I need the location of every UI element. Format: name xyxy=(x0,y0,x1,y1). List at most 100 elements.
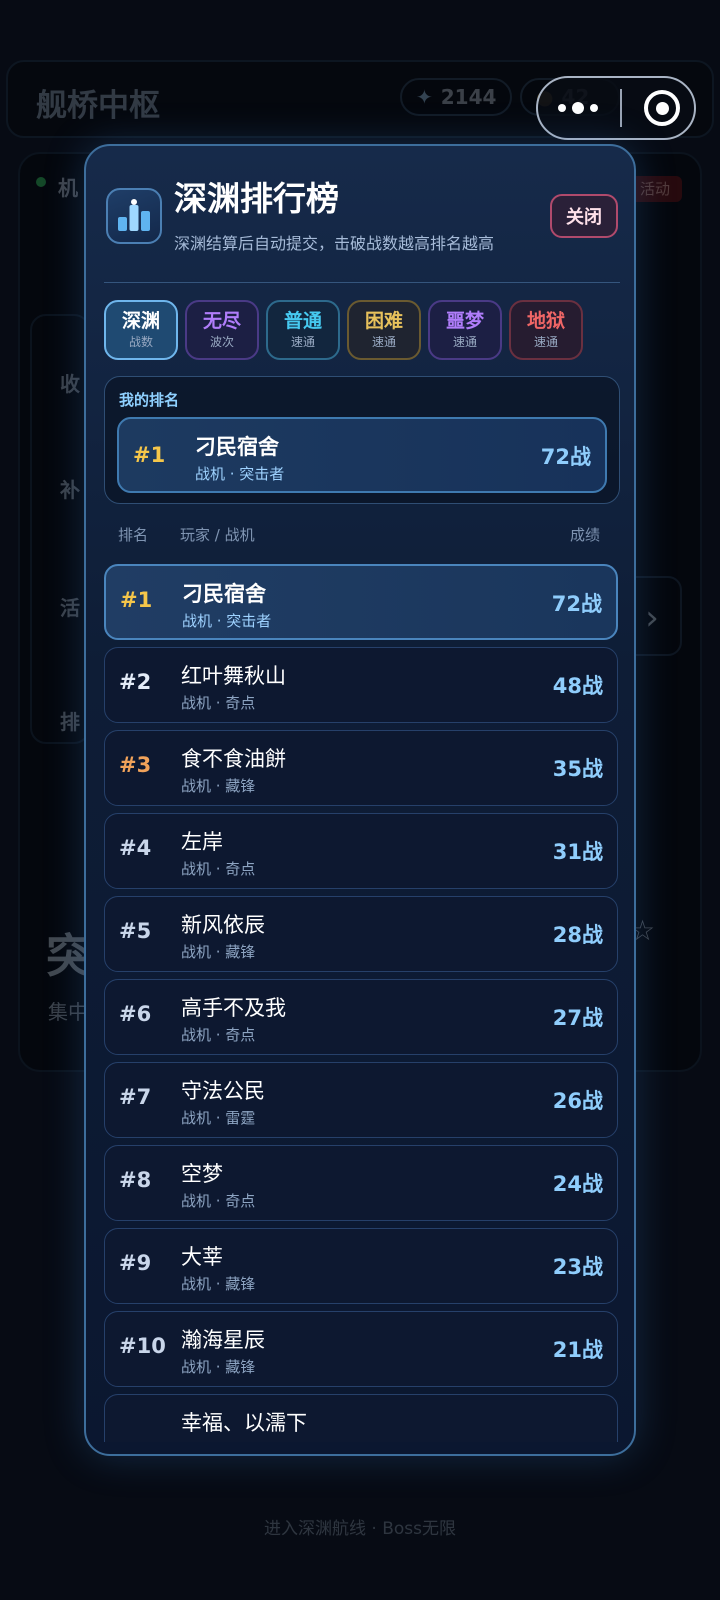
mode-subtitle: 集中 xyxy=(48,1000,88,1024)
player-meta: 战机 · 雷霆 xyxy=(181,1109,256,1127)
tab-0[interactable]: 深渊 战数 xyxy=(104,300,178,360)
page-title: 舰桥中枢 xyxy=(36,88,160,124)
column-header-score: 成绩 xyxy=(569,526,600,544)
tab-label: 普通 xyxy=(283,310,322,332)
player-name: 幸福、以濡下 xyxy=(181,1411,307,1435)
table-row[interactable]: #7 守法公民战机 · 雷霆 26战 xyxy=(104,1062,618,1138)
leaderboard-icon xyxy=(106,188,162,244)
status-dot xyxy=(36,177,46,187)
player-score: 21战 xyxy=(552,1338,603,1362)
tab-sublabel: 波次 xyxy=(209,335,234,349)
player-meta: 战机 · 突击者 xyxy=(182,612,272,630)
player-name: 空梦 xyxy=(181,1162,223,1186)
leaderboard-modal: 深渊排行榜 深渊结算后自动提交，击破战数越高排名越高 关闭 深渊 战数 无尽 波次 普通… xyxy=(84,144,636,1456)
tab-sublabel: 速通 xyxy=(452,335,477,349)
more-menu-icon[interactable] xyxy=(558,102,598,114)
rank-number: #5 xyxy=(119,919,152,943)
rank-number: #9 xyxy=(119,1251,152,1275)
my-rank-card[interactable]: #1 刁民宿舍 战机 · 突击者 72战 xyxy=(117,417,607,493)
player-name: 高手不及我 xyxy=(181,996,286,1020)
my-player-name: 刁民宿舍 xyxy=(195,435,279,459)
tab-label: 深渊 xyxy=(121,310,160,332)
mode-tabs: 深渊 战数 无尽 波次 普通 速通 困难 速通 噩梦 速通 地狱 速通 xyxy=(104,300,583,360)
rank-number: #4 xyxy=(119,836,152,860)
activity-badge[interactable]: 活动 xyxy=(628,176,682,202)
table-row[interactable]: #9 大莘 战机 · 藏锋 23战 xyxy=(104,1228,618,1304)
side-item-collect[interactable]: 收 xyxy=(60,368,80,397)
tab-1[interactable]: 无尽 波次 xyxy=(185,300,259,360)
table-row[interactable]: #2 红叶舞秋山战机 · 奇点 48战 xyxy=(104,647,618,723)
my-player-meta: 战机 · 突击者 xyxy=(195,465,285,483)
rank-number: #7 xyxy=(119,1085,152,1109)
player-score: 24战 xyxy=(552,1172,603,1196)
column-header-player: 玩家 / 战机 xyxy=(180,526,255,544)
tab-2[interactable]: 普通 速通 xyxy=(266,300,340,360)
tab-4[interactable]: 噩梦 速通 xyxy=(428,300,502,360)
my-rank-number: #1 xyxy=(133,443,166,467)
modal-title: 深渊排行榜 xyxy=(174,179,339,218)
rank-number: #3 xyxy=(119,753,152,777)
player-meta: 战机 · 奇点 xyxy=(181,1192,256,1210)
player-score: 26战 xyxy=(552,1089,603,1113)
side-item-supply[interactable]: 补 xyxy=(60,474,80,503)
player-score: 48战 xyxy=(552,674,603,698)
table-row[interactable]: #10 瀚海星辰 战机 · 藏锋 21战 xyxy=(104,1311,618,1387)
capsule-divider xyxy=(620,89,622,127)
close-button[interactable]: 关闭 xyxy=(550,194,618,238)
tab-5[interactable]: 地狱 速通 xyxy=(509,300,583,360)
rank-number: #1 xyxy=(120,588,153,612)
player-name: 左岸 xyxy=(181,830,223,854)
close-program-icon[interactable] xyxy=(644,90,680,126)
table-row[interactable]: #6 高手不及我战机 · 奇点 27战 xyxy=(104,979,618,1055)
column-header-rank: 排名 xyxy=(118,526,149,544)
player-score: 35战 xyxy=(552,757,603,781)
tab-label: 无尽 xyxy=(202,310,241,332)
tab-label: 困难 xyxy=(364,310,403,332)
rank-number: #10 xyxy=(119,1334,166,1358)
player-score: 28战 xyxy=(552,923,603,947)
tab-label: 地狱 xyxy=(526,310,565,332)
player-meta: 战机 · 藏锋 xyxy=(181,943,256,961)
side-item-activity[interactable]: 活 xyxy=(60,592,80,621)
tab-sublabel: 速通 xyxy=(290,335,315,349)
rank-number: #6 xyxy=(119,1002,152,1026)
my-rank-label: 我的排名 xyxy=(119,391,180,409)
player-name: 守法公民 xyxy=(181,1079,265,1103)
player-meta: 战机 · 藏锋 xyxy=(181,1358,256,1376)
footer-hint: 进入深渊航线 · Boss无限 xyxy=(264,1519,456,1539)
table-row[interactable]: #4 左岸 战机 · 奇点 31战 xyxy=(104,813,618,889)
tab-sublabel: 速通 xyxy=(533,335,558,349)
ranking-list[interactable]: #1 刁民宿舍战机 · 突击者 72战 #2 红叶舞秋山战机 · 奇点 48战 #3 食不食油… xyxy=(104,564,620,1442)
table-row[interactable]: 幸福、以濡下 xyxy=(104,1394,618,1442)
player-meta: 战机 · 奇点 xyxy=(181,1026,256,1044)
rank-number: #2 xyxy=(119,670,152,694)
currency-value: 2144 xyxy=(440,85,497,109)
tab-label: 噩梦 xyxy=(445,310,484,332)
my-score: 72战 xyxy=(540,445,591,469)
table-row[interactable]: #1 刁民宿舍战机 · 突击者 72战 xyxy=(104,564,618,640)
tab-sublabel: 战数 xyxy=(128,335,153,349)
my-rank-section: 我的排名 #1 刁民宿舍 战机 · 突击者 72战 xyxy=(104,376,620,504)
table-row[interactable]: #8 空梦 战机 · 奇点 24战 xyxy=(104,1145,618,1221)
tab-3[interactable]: 困难 速通 xyxy=(347,300,421,360)
header-divider xyxy=(104,282,620,283)
modal-subtitle: 深渊结算后自动提交，击破战数越高排名越高 xyxy=(174,234,495,253)
table-row[interactable]: #5 新风依辰战机 · 藏锋 28战 xyxy=(104,896,618,972)
player-meta: 战机 · 藏锋 xyxy=(181,777,256,795)
star-icon: ✦ xyxy=(416,85,433,109)
mini-program-capsule xyxy=(536,76,696,140)
table-row[interactable]: #3 食不食油餅战机 · 藏锋 35战 xyxy=(104,730,618,806)
player-meta: 战机 · 奇点 xyxy=(181,694,256,712)
side-item-rank[interactable]: 排 xyxy=(60,706,80,735)
player-name: 刁民宿舍 xyxy=(182,582,266,606)
player-score: 72战 xyxy=(551,592,602,616)
player-name: 新风依辰 xyxy=(181,913,265,937)
currency-pill[interactable]: ✦ 2144 xyxy=(400,78,512,116)
player-score: 23战 xyxy=(552,1255,603,1279)
tab-sublabel: 速通 xyxy=(371,335,396,349)
player-meta: 战机 · 藏锋 xyxy=(181,1275,256,1293)
player-score: 31战 xyxy=(552,840,603,864)
player-name: 食不食油餅 xyxy=(181,747,286,771)
player-score: 27战 xyxy=(552,1006,603,1030)
player-name: 红叶舞秋山 xyxy=(181,664,286,688)
